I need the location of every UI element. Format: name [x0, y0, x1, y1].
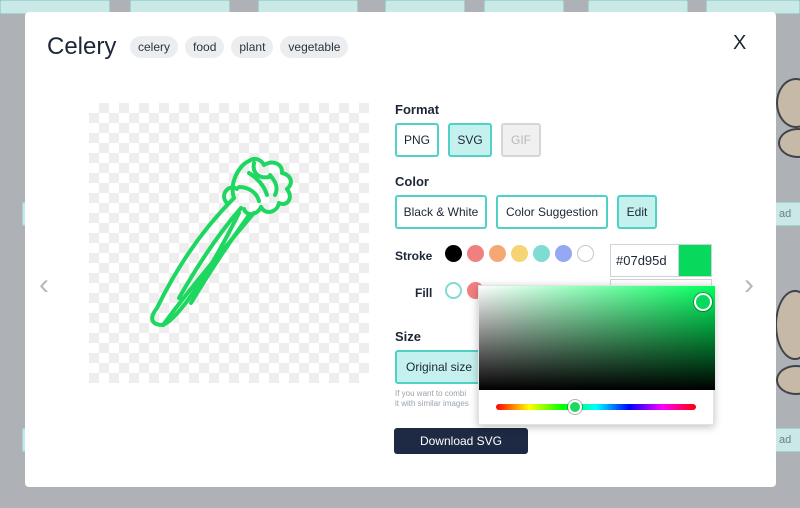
hue-slider[interactable]	[496, 404, 696, 410]
format-label: Format	[395, 102, 440, 117]
tag-list: celery food plant vegetable	[130, 36, 349, 58]
bg-illustration	[775, 290, 800, 360]
help-line-1: If you want to combi	[395, 389, 467, 398]
stroke-swatch-black[interactable]	[445, 245, 462, 262]
stroke-label: Stroke	[395, 249, 433, 263]
stroke-swatch-white[interactable]	[577, 245, 594, 262]
tag-vegetable[interactable]: vegetable	[280, 36, 349, 58]
icon-detail-modal: Celery celery food plant vegetable X ‹ F…	[25, 12, 776, 487]
saturation-handle[interactable]	[694, 293, 712, 311]
hue-slider-handle[interactable]	[568, 400, 582, 414]
format-svg-button[interactable]: SVG	[448, 123, 492, 157]
format-gif-button[interactable]: GIF	[501, 123, 541, 157]
help-line-2: it with similar images	[395, 399, 469, 408]
saturation-value-area[interactable]	[479, 286, 715, 390]
stroke-swatch-blue[interactable]	[555, 245, 572, 262]
hex-color-input[interactable]: #07d95d	[610, 244, 678, 277]
format-png-button[interactable]: PNG	[395, 123, 439, 157]
fill-swatch-none[interactable]	[445, 282, 462, 299]
size-label: Size	[395, 329, 422, 344]
fill-label: Fill	[415, 286, 433, 300]
tag-food[interactable]: food	[185, 36, 225, 58]
bg-illustration	[776, 78, 800, 128]
celery-icon	[150, 156, 293, 327]
size-help-text: If you want to combi it with similar ima…	[395, 389, 485, 409]
edit-color-button[interactable]: Edit	[617, 195, 657, 229]
stroke-swatch-red[interactable]	[467, 245, 484, 262]
stroke-swatch-yellow[interactable]	[511, 245, 528, 262]
icon-preview	[89, 103, 369, 383]
bg-download-button: ad	[772, 202, 800, 226]
current-color-swatch[interactable]	[678, 244, 712, 277]
color-picker-popover	[478, 285, 715, 425]
modal-title: Celery	[47, 33, 117, 60]
download-svg-button[interactable]: Download SVG	[394, 428, 528, 454]
bg-download-button: ad	[772, 428, 800, 452]
stroke-swatch-teal[interactable]	[533, 245, 550, 262]
next-icon-arrow[interactable]: ›	[744, 270, 754, 300]
color-suggestion-button[interactable]: Color Suggestion	[496, 195, 608, 229]
tag-celery[interactable]: celery	[130, 36, 179, 58]
black-white-button[interactable]: Black & White	[395, 195, 487, 229]
stroke-swatch-orange[interactable]	[489, 245, 506, 262]
color-label: Color	[395, 174, 429, 189]
bg-illustration	[778, 128, 800, 158]
bg-illustration	[776, 365, 800, 395]
previous-icon-arrow[interactable]: ‹	[39, 270, 49, 300]
tag-plant[interactable]: plant	[231, 36, 274, 58]
original-size-button[interactable]: Original size	[395, 350, 483, 384]
